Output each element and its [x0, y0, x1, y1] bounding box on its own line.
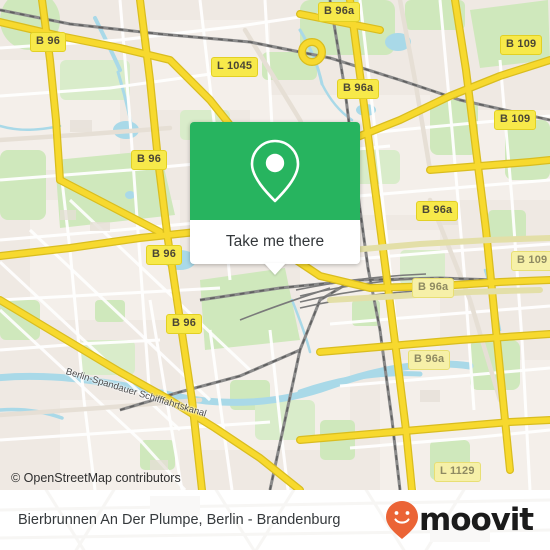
road-shield: B 96: [131, 150, 168, 170]
road-shield: B 96: [146, 245, 183, 265]
road-shield: B 96a: [337, 79, 380, 99]
road-shield: L 1129: [434, 462, 481, 482]
moovit-map-screenshot: B 96a B 96 B 109 L 1045 B 96a B 109 B 96 B 96a B…: [0, 0, 550, 550]
road-shield: B 109: [511, 251, 550, 271]
road-shield: B 109: [500, 35, 543, 55]
take-me-there-button[interactable]: Take me there: [226, 233, 324, 251]
road-shield: B 96: [30, 32, 67, 52]
moovit-wordmark: moovit: [419, 501, 534, 538]
location-pin-icon: [250, 139, 300, 203]
place-title: Bierbrunnen An Der Plumpe, Berlin - Bran…: [18, 512, 341, 528]
road-shield: B 96a: [416, 201, 459, 221]
destination-callout-card[interactable]: Take me there: [190, 122, 360, 275]
road-shield: B 109: [494, 110, 537, 130]
moovit-brand[interactable]: moovit: [385, 490, 534, 550]
moovit-smile-pin-icon: [386, 501, 419, 539]
road-shield: B 96: [166, 314, 203, 334]
road-shield: B 96a: [412, 278, 455, 298]
callout-pointer-tail: [264, 263, 286, 275]
osm-attribution[interactable]: © OpenStreetMap contributors: [11, 471, 181, 485]
callout-card-footer[interactable]: Take me there: [190, 220, 360, 275]
road-shield: B 96a: [318, 2, 361, 22]
road-shield: B 96a: [408, 350, 451, 370]
footer-bar: Bierbrunnen An Der Plumpe, Berlin - Bran…: [0, 490, 550, 550]
road-shield: L 1045: [211, 57, 259, 77]
callout-card-header: [190, 122, 360, 220]
